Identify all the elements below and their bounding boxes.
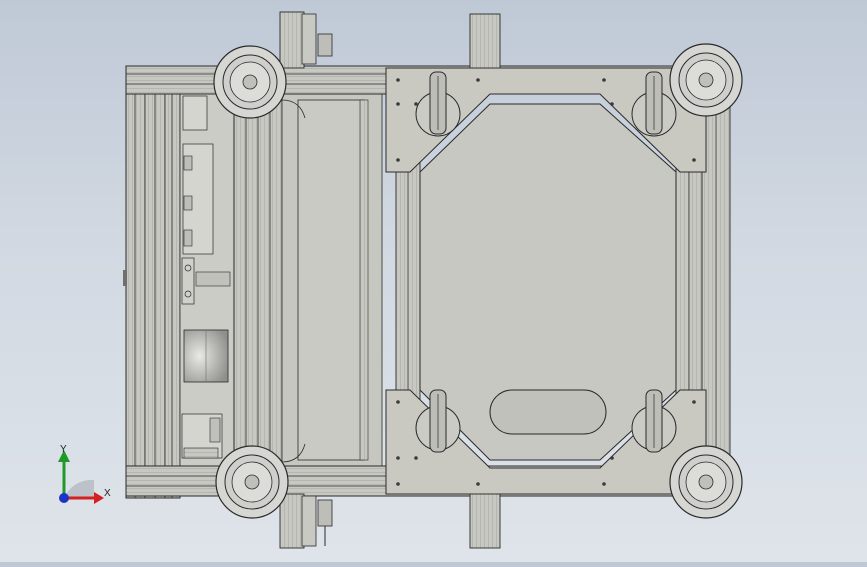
wheel-bottom-left — [215, 445, 289, 519]
orientation-triad[interactable]: Y X — [46, 440, 116, 510]
x-axis-arrowhead — [94, 492, 104, 504]
cad-viewport[interactable] — [0, 0, 867, 562]
triad-plane-shading — [64, 479, 94, 498]
cart-frame-drawing — [123, 11, 743, 549]
wheel-top-left — [213, 45, 287, 119]
y-axis-label: Y — [60, 444, 67, 455]
electrical-panel — [179, 91, 235, 473]
z-axis-dot — [59, 493, 69, 503]
x-axis-label: X — [104, 488, 111, 499]
wheel-top-right — [669, 43, 743, 117]
wheel-bottom-right — [669, 445, 743, 519]
left-side-frame — [123, 65, 181, 499]
inner-frame — [233, 65, 383, 499]
